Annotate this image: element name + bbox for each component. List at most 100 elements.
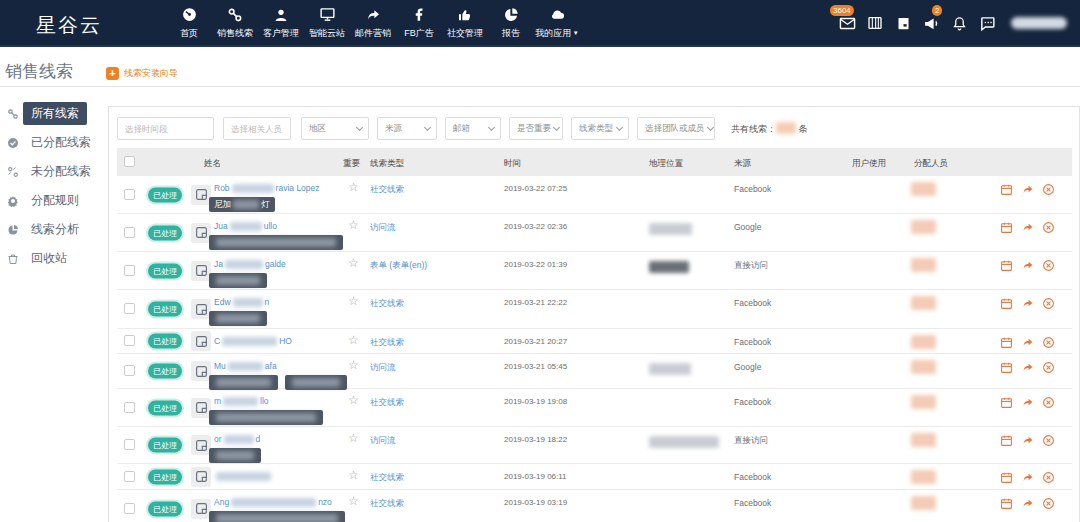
- row-checkbox[interactable]: [124, 471, 135, 482]
- lead-type-link[interactable]: 社交线索: [370, 397, 404, 409]
- note-icon[interactable]: [191, 361, 211, 381]
- calendar-icon[interactable]: [1000, 259, 1013, 272]
- chat-icon[interactable]: [978, 14, 996, 32]
- star-icon[interactable]: ☆: [348, 358, 359, 372]
- calendar-icon[interactable]: [1000, 497, 1013, 510]
- select-all-checkbox[interactable]: [124, 156, 135, 167]
- sidebar-item-lead-analysis[interactable]: 线索分析: [0, 215, 110, 244]
- lead-type-link[interactable]: 访问流: [370, 222, 396, 234]
- calendar-icon[interactable]: [1000, 221, 1013, 234]
- lead-type-link[interactable]: 访问流: [370, 435, 396, 447]
- lead-name-link[interactable]: CHO: [214, 336, 292, 346]
- forward-icon[interactable]: [1021, 497, 1034, 510]
- related-person-input[interactable]: [223, 117, 291, 140]
- nav-item-smart-site[interactable]: 智能云站: [304, 6, 350, 40]
- username-redacted[interactable]: [1011, 17, 1067, 29]
- email-select[interactable]: 邮箱: [445, 117, 501, 140]
- close-circle-icon[interactable]: [1042, 471, 1055, 484]
- nav-item-reports[interactable]: 报告: [488, 6, 534, 40]
- lead-name-link[interactable]: Juaullo: [214, 221, 350, 250]
- lead-type-link[interactable]: 社交线索: [370, 337, 404, 349]
- calendar-icon[interactable]: [1000, 471, 1013, 484]
- note-icon[interactable]: [191, 499, 211, 519]
- nav-item-my-apps[interactable]: 我的应用 ▼: [534, 6, 580, 40]
- archive-icon[interactable]: [894, 14, 912, 32]
- star-icon[interactable]: ☆: [348, 218, 359, 232]
- star-icon[interactable]: ☆: [348, 393, 359, 407]
- row-checkbox[interactable]: [124, 303, 135, 314]
- row-checkbox[interactable]: [124, 335, 135, 346]
- forward-icon[interactable]: [1021, 336, 1034, 349]
- note-icon[interactable]: [191, 185, 211, 205]
- calendar-icon[interactable]: [1000, 297, 1013, 310]
- lead-type-select[interactable]: 线索类型: [571, 117, 629, 140]
- important-select[interactable]: 是否重要: [509, 117, 563, 140]
- lead-name-link[interactable]: ord: [214, 434, 268, 463]
- lead-name-link[interactable]: Angnzo: [214, 497, 352, 522]
- nav-item-social[interactable]: 社交管理: [442, 6, 488, 40]
- close-circle-icon[interactable]: [1042, 336, 1055, 349]
- note-icon[interactable]: [191, 331, 211, 351]
- lead-type-link[interactable]: 表单 (表单(en)): [370, 260, 427, 272]
- lead-type-link[interactable]: 访问流: [370, 362, 396, 374]
- row-checkbox[interactable]: [124, 265, 135, 276]
- forward-icon[interactable]: [1021, 183, 1034, 196]
- close-circle-icon[interactable]: [1042, 497, 1055, 510]
- star-icon[interactable]: ☆: [348, 294, 359, 308]
- bell-icon[interactable]: [950, 14, 968, 32]
- note-icon[interactable]: [191, 467, 211, 487]
- ledger-icon[interactable]: [866, 14, 884, 32]
- lead-name-link[interactable]: [214, 471, 273, 481]
- calendar-icon[interactable]: [1000, 361, 1013, 374]
- forward-icon[interactable]: [1021, 259, 1034, 272]
- sidebar-item-recycle-bin[interactable]: 回收站: [0, 244, 110, 273]
- star-icon[interactable]: ☆: [348, 180, 359, 194]
- close-circle-icon[interactable]: [1042, 259, 1055, 272]
- team-member-select[interactable]: 选择团队或成员: [637, 117, 715, 140]
- forward-icon[interactable]: [1021, 361, 1034, 374]
- lead-type-link[interactable]: 社交线索: [370, 298, 404, 310]
- star-icon[interactable]: ☆: [348, 431, 359, 445]
- region-select[interactable]: 地区: [301, 117, 369, 140]
- calendar-icon[interactable]: [1000, 434, 1013, 447]
- row-checkbox[interactable]: [124, 227, 135, 238]
- calendar-icon[interactable]: [1000, 183, 1013, 196]
- star-icon[interactable]: ☆: [348, 333, 359, 347]
- row-checkbox[interactable]: [124, 439, 135, 450]
- time-range-input[interactable]: [117, 117, 214, 140]
- forward-icon[interactable]: [1021, 434, 1034, 447]
- lead-name-link[interactable]: Jagalde: [214, 259, 286, 288]
- calendar-icon[interactable]: [1000, 396, 1013, 409]
- forward-icon[interactable]: [1021, 221, 1034, 234]
- nav-item-customers[interactable]: 客户管理: [258, 6, 304, 40]
- mail-icon[interactable]: 3604: [838, 14, 856, 32]
- lead-name-link[interactable]: mllo: [214, 396, 330, 425]
- close-circle-icon[interactable]: [1042, 297, 1055, 310]
- star-icon[interactable]: ☆: [348, 256, 359, 270]
- star-icon[interactable]: ☆: [348, 494, 359, 508]
- close-circle-icon[interactable]: [1042, 361, 1055, 374]
- note-icon[interactable]: [191, 261, 211, 281]
- close-circle-icon[interactable]: [1042, 434, 1055, 447]
- lead-name-link[interactable]: Robravia Lopez 尼加灯: [214, 183, 320, 212]
- forward-icon[interactable]: [1021, 471, 1034, 484]
- lead-name-link[interactable]: Muafa: [214, 361, 354, 390]
- note-icon[interactable]: [191, 299, 211, 319]
- row-checkbox[interactable]: [124, 365, 135, 376]
- note-icon[interactable]: [191, 398, 211, 418]
- calendar-icon[interactable]: [1000, 336, 1013, 349]
- close-circle-icon[interactable]: [1042, 221, 1055, 234]
- note-icon[interactable]: [191, 223, 211, 243]
- nav-item-sales-leads[interactable]: 销售线索: [212, 6, 258, 40]
- forward-icon[interactable]: [1021, 297, 1034, 310]
- nav-item-home[interactable]: 首页: [166, 6, 212, 40]
- sidebar-item-unassigned-leads[interactable]: 未分配线索: [0, 157, 110, 186]
- lead-type-link[interactable]: 社交线索: [370, 184, 404, 196]
- lead-type-link[interactable]: 社交线索: [370, 498, 404, 510]
- close-circle-icon[interactable]: [1042, 183, 1055, 196]
- note-icon[interactable]: [191, 435, 211, 455]
- nav-item-fb-ads[interactable]: FB广告: [396, 6, 442, 40]
- row-checkbox[interactable]: [124, 189, 135, 200]
- close-circle-icon[interactable]: [1042, 396, 1055, 409]
- row-checkbox[interactable]: [124, 402, 135, 413]
